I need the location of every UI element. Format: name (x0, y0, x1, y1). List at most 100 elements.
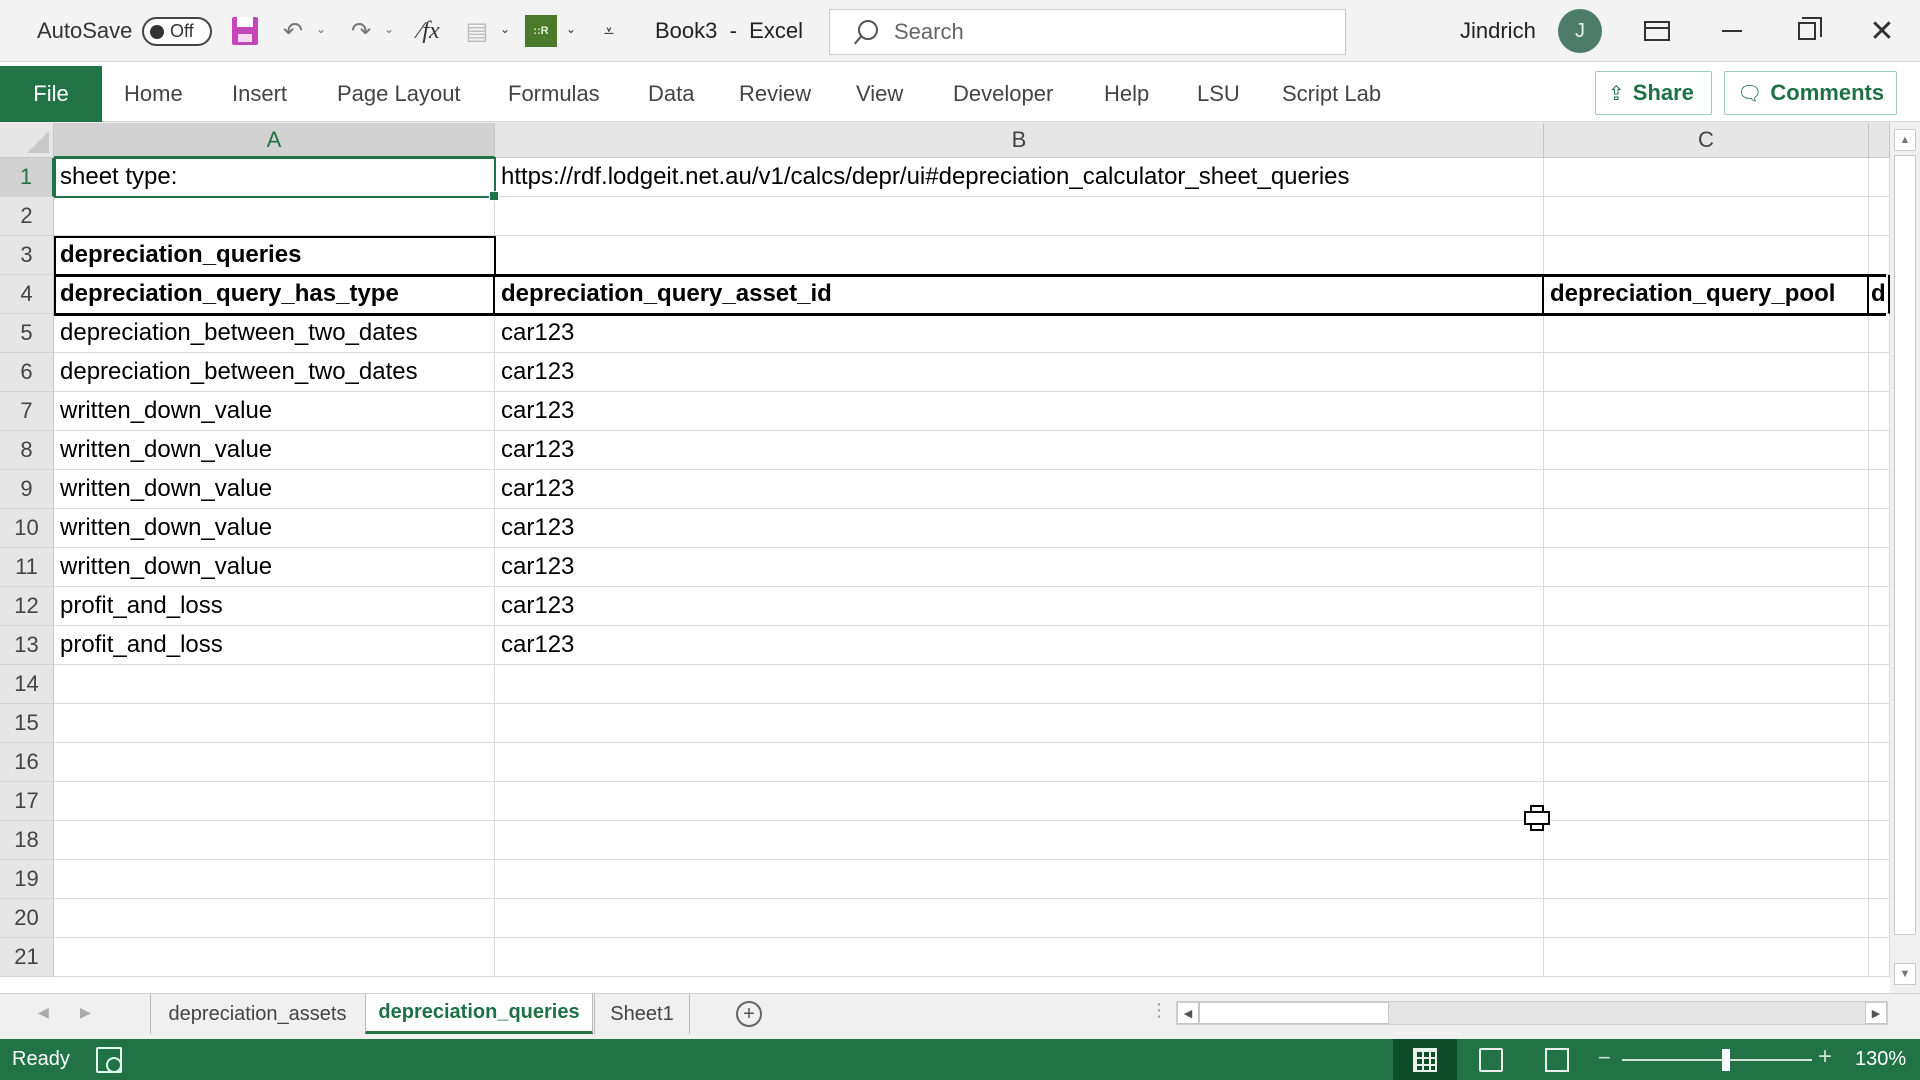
avatar[interactable]: J (1558, 9, 1602, 53)
cell-d1[interactable] (1869, 158, 1890, 197)
cell-d16[interactable] (1869, 743, 1890, 782)
addin-icon[interactable]: ::R (524, 14, 558, 48)
row-header-7[interactable]: 7 (0, 392, 54, 431)
cell-b4[interactable]: depreciation_query_asset_id (495, 275, 1544, 314)
cell-c2[interactable] (1544, 197, 1869, 236)
cell-b12[interactable]: car123 (495, 587, 1544, 626)
row-header-9[interactable]: 9 (0, 470, 54, 509)
cell-c8[interactable] (1544, 431, 1869, 470)
cell-a3[interactable]: depreciation_queries (54, 236, 495, 275)
page-layout-view-button[interactable] (1459, 1039, 1523, 1080)
cell-b20[interactable] (495, 899, 1544, 938)
row-header-18[interactable]: 18 (0, 821, 54, 860)
cell-d7[interactable] (1869, 392, 1890, 431)
vertical-scroll-thumb[interactable] (1894, 155, 1916, 935)
cell-c1[interactable] (1544, 158, 1869, 197)
tab-help[interactable]: Help (1104, 66, 1149, 122)
row-header-4[interactable]: 4 (0, 275, 54, 314)
cell-d15[interactable] (1869, 704, 1890, 743)
vertical-scrollbar[interactable]: ▲ ▼ (1890, 123, 1920, 993)
cell-a2[interactable] (54, 197, 495, 236)
select-all-button[interactable] (0, 123, 54, 158)
row-header-15[interactable]: 15 (0, 704, 54, 743)
zoom-slider-thumb[interactable] (1722, 1049, 1730, 1071)
sheet-tab-sheet1[interactable]: Sheet1 (594, 994, 690, 1034)
tab-lsu[interactable]: LSU (1197, 66, 1240, 122)
cell-c14[interactable] (1544, 665, 1869, 704)
scroll-up-icon[interactable]: ▲ (1894, 129, 1916, 151)
tab-script-lab[interactable]: Script Lab (1282, 66, 1381, 122)
autosave-toggle[interactable]: Off (142, 17, 212, 46)
cell-c11[interactable] (1544, 548, 1869, 587)
page-break-preview-button[interactable] (1525, 1039, 1589, 1080)
ribbon-display-options-button[interactable] (1624, 0, 1690, 62)
scroll-down-icon[interactable]: ▼ (1894, 963, 1916, 985)
cell-c4[interactable]: depreciation_query_pool (1544, 275, 1869, 314)
cell-c16[interactable] (1544, 743, 1869, 782)
cell-a19[interactable] (54, 860, 495, 899)
row-header-10[interactable]: 10 (0, 509, 54, 548)
tab-file[interactable]: File (0, 66, 102, 122)
search-input[interactable]: Search (829, 9, 1346, 55)
cell-b11[interactable]: car123 (495, 548, 1544, 587)
cell-a12[interactable]: profit_and_loss (54, 587, 495, 626)
cell-c18[interactable] (1544, 821, 1869, 860)
zoom-in-button[interactable]: + (1818, 1043, 1832, 1071)
redo-icon[interactable]: ↷ (344, 14, 378, 48)
cell-c19[interactable] (1544, 860, 1869, 899)
cell-a5[interactable]: depreciation_between_two_dates (54, 314, 495, 353)
cell-b3[interactable] (495, 236, 1544, 275)
cell-d3[interactable] (1869, 236, 1890, 275)
cell-b16[interactable] (495, 743, 1544, 782)
cell-c12[interactable] (1544, 587, 1869, 626)
cell-b7[interactable]: car123 (495, 392, 1544, 431)
tab-insert[interactable]: Insert (232, 66, 287, 122)
tab-review[interactable]: Review (739, 66, 811, 122)
cell-b9[interactable]: car123 (495, 470, 1544, 509)
tab-split-handle[interactable]: ⋮ (1150, 1000, 1168, 1021)
row-header-17[interactable]: 17 (0, 782, 54, 821)
add-sheet-button[interactable]: + (736, 1001, 762, 1027)
cell-d5[interactable] (1869, 314, 1890, 353)
row-header-5[interactable]: 5 (0, 314, 54, 353)
row-header-8[interactable]: 8 (0, 431, 54, 470)
row-header-3[interactable]: 3 (0, 236, 54, 275)
prev-sheet-icon[interactable]: ◀ (38, 1004, 49, 1021)
tab-page-layout[interactable]: Page Layout (337, 66, 461, 122)
row-header-2[interactable]: 2 (0, 197, 54, 236)
close-button[interactable]: ✕ (1849, 0, 1915, 62)
cell-b15[interactable] (495, 704, 1544, 743)
cell-a15[interactable] (54, 704, 495, 743)
scroll-right-icon[interactable]: ▶ (1865, 1002, 1887, 1024)
paste-icon[interactable]: ▤ (460, 14, 494, 48)
spreadsheet-grid[interactable]: A B C 1 sheet type: https://rdf.lodgeit.ne… (0, 123, 1890, 993)
addin-dropdown-icon[interactable]: ⌄ (566, 22, 576, 36)
cell-d18[interactable] (1869, 821, 1890, 860)
cell-b1[interactable]: https://rdf.lodgeit.net.au/v1/calcs/depr… (495, 158, 1544, 197)
cell-d10[interactable] (1869, 509, 1890, 548)
share-button[interactable]: ⇪ Share (1595, 71, 1712, 115)
cell-d6[interactable] (1869, 353, 1890, 392)
comments-button[interactable]: 🗨 Comments (1724, 71, 1897, 115)
cell-a9[interactable]: written_down_value (54, 470, 495, 509)
tab-data[interactable]: Data (648, 66, 694, 122)
cell-b17[interactable] (495, 782, 1544, 821)
row-header-11[interactable]: 11 (0, 548, 54, 587)
cell-a7[interactable]: written_down_value (54, 392, 495, 431)
minimize-button[interactable] (1699, 0, 1765, 62)
cell-b10[interactable]: car123 (495, 509, 1544, 548)
cell-b2[interactable] (495, 197, 1544, 236)
cell-d21[interactable] (1869, 938, 1890, 977)
zoom-level[interactable]: 130% (1855, 1039, 1906, 1080)
user-name[interactable]: Jindrich (1460, 0, 1536, 62)
row-header-16[interactable]: 16 (0, 743, 54, 782)
row-header-21[interactable]: 21 (0, 938, 54, 977)
cell-b8[interactable]: car123 (495, 431, 1544, 470)
tab-developer[interactable]: Developer (953, 66, 1053, 122)
sheet-tab-depreciation-queries[interactable]: depreciation_queries (365, 994, 593, 1034)
save-icon[interactable] (228, 14, 262, 48)
redo-dropdown-icon[interactable]: ⌄ (384, 22, 394, 36)
cell-d2[interactable] (1869, 197, 1890, 236)
cell-d12[interactable] (1869, 587, 1890, 626)
cell-b19[interactable] (495, 860, 1544, 899)
